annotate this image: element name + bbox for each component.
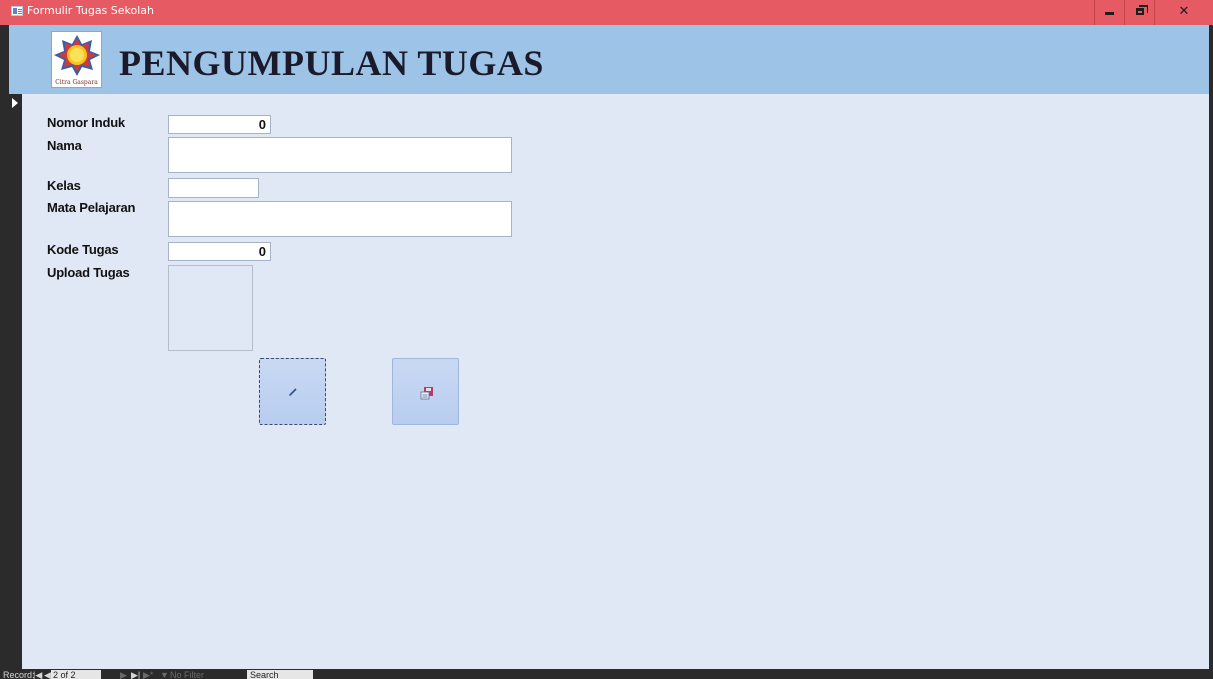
- form-header: Citra Gaspara PENGUMPULAN TUGAS: [9, 25, 1209, 94]
- search-input[interactable]: Search: [247, 670, 313, 679]
- close-button[interactable]: ✕: [1154, 0, 1213, 25]
- pencil-icon: [289, 388, 297, 396]
- previous-record-button[interactable]: ◀: [44, 670, 51, 679]
- restore-button[interactable]: [1124, 0, 1154, 25]
- school-logo: Citra Gaspara: [51, 31, 102, 88]
- mata-pelajaran-field[interactable]: [168, 201, 512, 237]
- title-bar: Formulir Tugas Sekolah ✕: [0, 0, 1213, 25]
- current-record-arrow-icon: [12, 98, 18, 108]
- record-label: Record:: [3, 670, 35, 679]
- record-navigation-bar: Record: |◀ ◀ 2 of 2 ▶ ▶| ▶* ▼ No Filter …: [0, 669, 1213, 679]
- nomor-induk-field[interactable]: 0: [168, 115, 271, 134]
- current-record-field[interactable]: 2 of 2: [51, 670, 101, 679]
- mata-pelajaran-label: Mata Pelajaran: [47, 200, 136, 215]
- nama-label: Nama: [47, 138, 82, 153]
- kode-tugas-label: Kode Tugas: [47, 242, 119, 257]
- edit-button[interactable]: [259, 358, 326, 425]
- next-record-button[interactable]: ▶: [120, 670, 127, 679]
- close-icon: ✕: [1178, 4, 1190, 19]
- form-detail: Nomor Induk 0 Nama Kelas Mata Pelajaran …: [22, 94, 1209, 669]
- nomor-induk-label: Nomor Induk: [47, 115, 125, 130]
- minimize-button[interactable]: [1094, 0, 1124, 25]
- logo-caption: Citra Gaspara: [55, 79, 98, 86]
- no-filter-button[interactable]: No Filter: [170, 670, 204, 679]
- page-title: PENGUMPULAN TUGAS: [119, 43, 544, 83]
- kode-tugas-field[interactable]: 0: [168, 242, 271, 261]
- left-frame: [0, 25, 9, 679]
- record-selector[interactable]: [9, 94, 22, 669]
- upload-tugas-attachment[interactable]: [168, 265, 253, 351]
- kelas-label: Kelas: [47, 178, 81, 193]
- right-frame: [1209, 25, 1213, 679]
- kelas-field[interactable]: [168, 178, 259, 198]
- restore-icon: [1135, 5, 1148, 15]
- new-record-button[interactable]: ▶*: [143, 670, 153, 679]
- filter-icon: ▼: [160, 670, 169, 679]
- nama-field[interactable]: [168, 137, 512, 173]
- upload-tugas-label: Upload Tugas: [47, 265, 130, 280]
- last-record-button[interactable]: ▶|: [131, 670, 140, 679]
- save-button[interactable]: [392, 358, 459, 425]
- window-title: Formulir Tugas Sekolah: [27, 4, 155, 17]
- form-icon: [11, 6, 23, 16]
- save-icon: [420, 387, 433, 400]
- first-record-button[interactable]: |◀: [33, 670, 42, 679]
- minimize-icon: [1105, 12, 1114, 15]
